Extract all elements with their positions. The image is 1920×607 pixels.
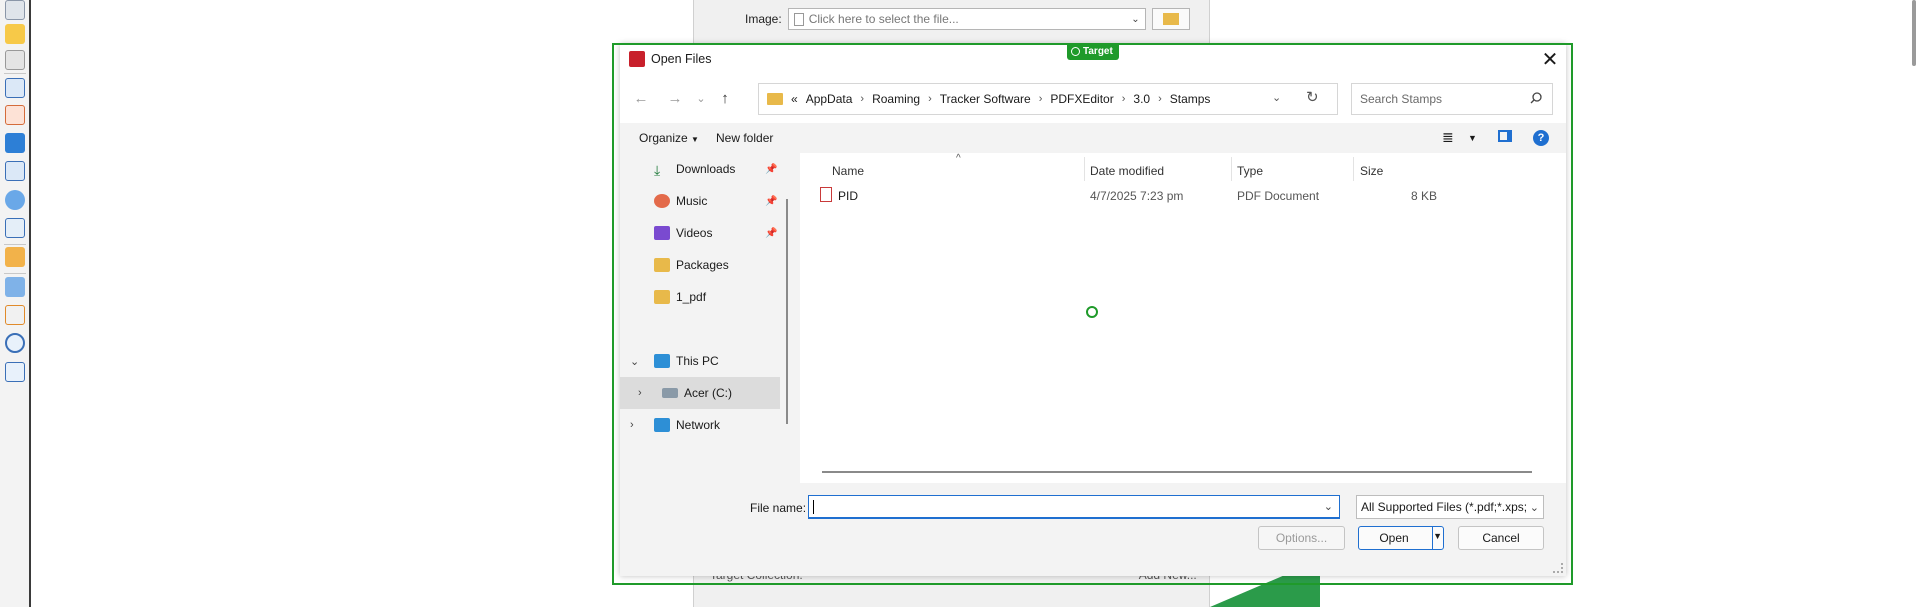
- tool-strip: [0, 0, 31, 607]
- text-icon[interactable]: [5, 161, 25, 181]
- pages-icon[interactable]: [5, 0, 25, 20]
- background-image-row: Image: Click here to select the file... …: [745, 8, 1190, 30]
- target-label: Target: [1083, 46, 1113, 57]
- image-label: Image:: [745, 12, 782, 26]
- target-badge: Target: [1067, 43, 1119, 60]
- target-icon: [1071, 47, 1080, 56]
- comment-icon[interactable]: [5, 24, 25, 44]
- signature-icon[interactable]: [5, 105, 25, 125]
- location-icon[interactable]: [5, 190, 25, 210]
- file-icon: [793, 12, 804, 26]
- page-scrollbar[interactable]: [1912, 0, 1916, 66]
- form-icon[interactable]: [5, 362, 25, 382]
- layers-icon[interactable]: [5, 133, 25, 153]
- compare-icon[interactable]: [5, 305, 25, 325]
- crosshair-icon: [1086, 306, 1098, 318]
- bookmark-icon[interactable]: [5, 78, 25, 98]
- structure-icon[interactable]: [5, 218, 25, 238]
- image-file-select[interactable]: Click here to select the file... ⌄: [787, 8, 1146, 30]
- accessibility-icon[interactable]: [5, 333, 25, 353]
- browse-folder-button[interactable]: [1151, 8, 1190, 30]
- link-icon[interactable]: [5, 247, 25, 267]
- image-placeholder: Click here to select the file...: [808, 12, 959, 26]
- tool-separator: [4, 244, 26, 245]
- folder-icon: [1162, 13, 1179, 25]
- tag-icon[interactable]: [5, 277, 25, 297]
- attachment-icon[interactable]: [5, 50, 25, 70]
- tool-separator: [4, 273, 26, 274]
- tool-separator: [4, 73, 26, 74]
- chevron-down-icon: ⌄: [1131, 13, 1140, 25]
